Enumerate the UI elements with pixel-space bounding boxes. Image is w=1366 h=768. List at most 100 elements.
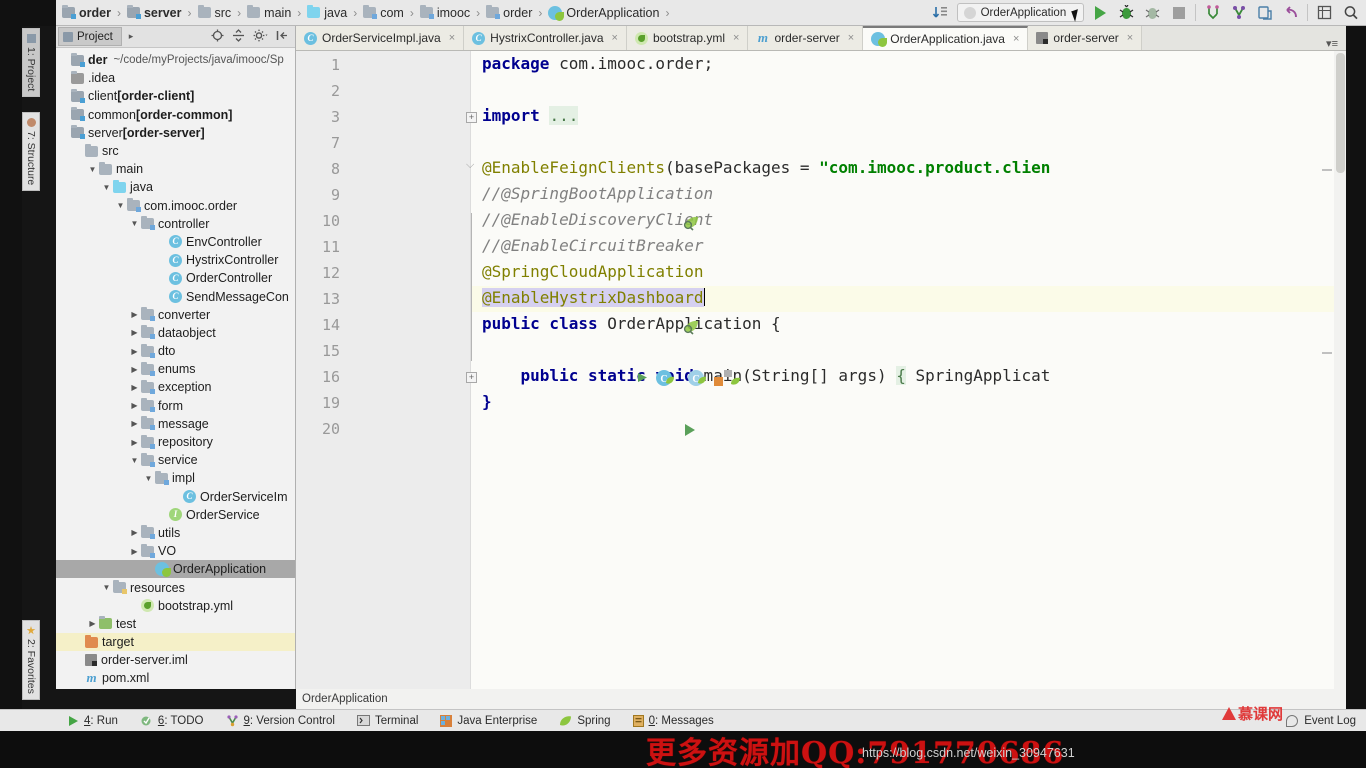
breadcrumb-item-orderapplication[interactable]: OrderApplication [548,5,659,21]
breadcrumb-item-com[interactable]: com [363,5,404,20]
status-bar-item-4-run[interactable]: 4: Run [56,715,129,727]
stop-icon[interactable] [1169,3,1188,22]
run-class-icon[interactable]: CC [636,369,741,396]
status-bar-item-6-todo[interactable]: 6: TODO [129,715,215,727]
code-line[interactable]: @EnableHystrixDashboard [482,288,705,307]
tree-node-src[interactable]: src [56,142,295,160]
vcs-commit-icon[interactable] [1229,3,1248,22]
vcs-push-icon[interactable] [1255,3,1274,22]
chevron-right-icon[interactable]: ▶ [128,419,141,428]
sort-alphabetically-icon[interactable] [931,3,950,22]
tree-node-ordercontroller[interactable]: C OrderController [56,269,295,287]
chevron-right-icon[interactable]: ▶ [128,383,141,392]
tree-node-utils[interactable]: ▶ utils [56,524,295,542]
chevron-right-icon[interactable]: ▶ [128,347,141,356]
code-line[interactable]: @SpringCloudApplication [482,262,704,281]
debug-icon[interactable] [1117,3,1136,22]
tree-node-common[interactable]: common [order-common] [56,106,295,124]
status-bar-item-9-version-control[interactable]: 9: Version Control [215,715,346,727]
breadcrumb-item-main[interactable]: main [247,5,291,20]
settings-gear-icon[interactable] [253,29,268,45]
run-configuration-selector[interactable]: OrderApplication ▾ [956,3,1084,22]
editor-tab-bootstrap-yml[interactable]: bootstrap.yml × [626,26,749,50]
tree-node-orderapplication[interactable]: OrderApplication [56,560,295,579]
code-line[interactable]: //@EnableDiscoveryClient [482,210,713,229]
close-icon[interactable]: × [1013,33,1019,45]
editor-tab-orderapplication-java[interactable]: OrderApplication.java × [863,26,1029,50]
chevron-down-icon[interactable]: ▼ [100,583,113,592]
editor-code-area[interactable]: package com.imooc.order; import ... @Enabl… [472,51,1346,689]
code-line[interactable]: import ... [482,106,579,125]
tool-window-tab-project[interactable]: 1: Project [22,28,40,98]
fold-collapse-icon[interactable]: ⌵ [466,159,474,172]
editor-tabs[interactable]: C OrderServiceImpl.java × C HystrixControlle… [296,26,1346,51]
breadcrumb-item-src[interactable]: src [197,5,231,20]
editor-vertical-scrollbar[interactable] [1334,51,1346,689]
locate-icon[interactable] [211,29,224,45]
chevron-down-icon[interactable]: ▼ [86,165,99,174]
hide-icon[interactable] [276,29,289,45]
chevron-right-icon[interactable]: ▶ [128,528,141,537]
chevron-down-icon[interactable]: ▼ [114,201,127,210]
chevron-down-icon[interactable]: ▼ [142,474,155,483]
close-icon[interactable]: × [449,32,455,44]
status-bar-item-java-enterprise[interactable]: Java Enterprise [429,714,548,727]
chevron-down-icon[interactable]: ▼ [100,183,113,192]
tree-node-resources[interactable]: ▼ resources [56,578,295,596]
breadcrumb-item-imooc[interactable]: imooc [419,5,470,20]
chevron-right-icon[interactable]: ▶ [128,438,141,447]
spring-bean-icon[interactable] [681,317,701,342]
run-icon[interactable] [1091,3,1110,22]
tree-node-server[interactable]: server [order-server] [56,124,295,142]
fold-expand-icon[interactable]: + [466,112,477,123]
code-editor[interactable]: 1 2 3 7 8 9 10 11 12 13 14 15 16 19 20 package com.imo… [296,51,1346,747]
tree-node-order-server-iml[interactable]: order-server.iml [56,651,295,669]
chevron-right-icon[interactable]: ▶ [128,365,141,374]
tree-node-controller[interactable]: ▼ controller [56,215,295,233]
tree-node--gitignore[interactable]: .gitignore [56,688,295,689]
chevron-right-icon[interactable]: ▶ [128,547,141,556]
breadcrumb-item-java[interactable]: java [307,5,347,20]
layout-icon[interactable] [1315,3,1334,22]
chevron-down-icon[interactable]: ▼ [128,219,141,228]
tree-node-java[interactable]: ▼ java [56,178,295,196]
breadcrumb-item-order[interactable]: order [62,5,111,20]
close-icon[interactable]: × [848,32,854,44]
breadcrumb-item-server[interactable]: server [126,5,182,20]
tree-node-hystrixcontroller[interactable]: C HystrixController [56,251,295,269]
chevron-right-icon[interactable]: ▶ [128,401,141,410]
tree-node-converter[interactable]: ▶ converter [56,306,295,324]
code-line[interactable]: //@EnableCircuitBreaker [482,236,704,255]
code-line[interactable]: package com.imooc.order; [482,54,713,73]
chevron-right-icon[interactable]: ▶ [86,619,99,628]
tree-node-bootstrap-yml[interactable]: bootstrap.yml [56,597,295,615]
collapse-all-icon[interactable] [232,28,245,45]
event-log-button[interactable]: Event Log [1286,714,1366,727]
tree-node-form[interactable]: ▶ form [56,397,295,415]
vcs-update-icon[interactable] [1203,3,1222,22]
status-bar-item-terminal[interactable]: Terminal [346,715,429,727]
tree-node-message[interactable]: ▶ message [56,415,295,433]
undo-icon[interactable] [1281,3,1300,22]
chevron-right-icon[interactable]: ▶ [128,328,141,337]
status-bar-item-spring[interactable]: Spring [548,715,621,727]
code-line[interactable]: public class OrderApplication { [482,314,781,333]
tree-node-com-imooc-order[interactable]: ▼ com.imooc.order [56,197,295,215]
code-line[interactable]: @EnableFeignClients(basePackages = "com.… [482,158,1050,177]
editor-tab-orderserviceimpl-java[interactable]: C OrderServiceImpl.java × [296,26,465,50]
tree-node-main[interactable]: ▼ main [56,160,295,178]
close-icon[interactable]: × [733,32,739,44]
editor-tab-order-server[interactable]: order-server × [1028,26,1143,50]
tree-node-service[interactable]: ▼ service [56,451,295,469]
tree-node--idea[interactable]: .idea [56,69,295,87]
project-tree[interactable]: der ~/code/myProjects/java/imooc/Sp .idea c… [56,48,295,689]
editor-tabs-overflow[interactable]: ▾≡ [1326,37,1346,50]
close-icon[interactable]: × [1127,32,1133,44]
editor-tab-order-server[interactable]: m order-server × [748,26,864,50]
chevron-right-icon[interactable]: ▶ [128,310,141,319]
breadcrumb-item-order[interactable]: order [486,5,532,20]
tree-node-orderserviceim[interactable]: C OrderServiceIm [56,488,295,506]
status-bar-items[interactable]: 4: Run 6: TODO 9: Version Control Terminal J… [56,714,725,727]
tree-node-repository[interactable]: ▶ repository [56,433,295,451]
editor-tab-hystrixcontroller-java[interactable]: C HystrixController.java × [464,26,627,50]
